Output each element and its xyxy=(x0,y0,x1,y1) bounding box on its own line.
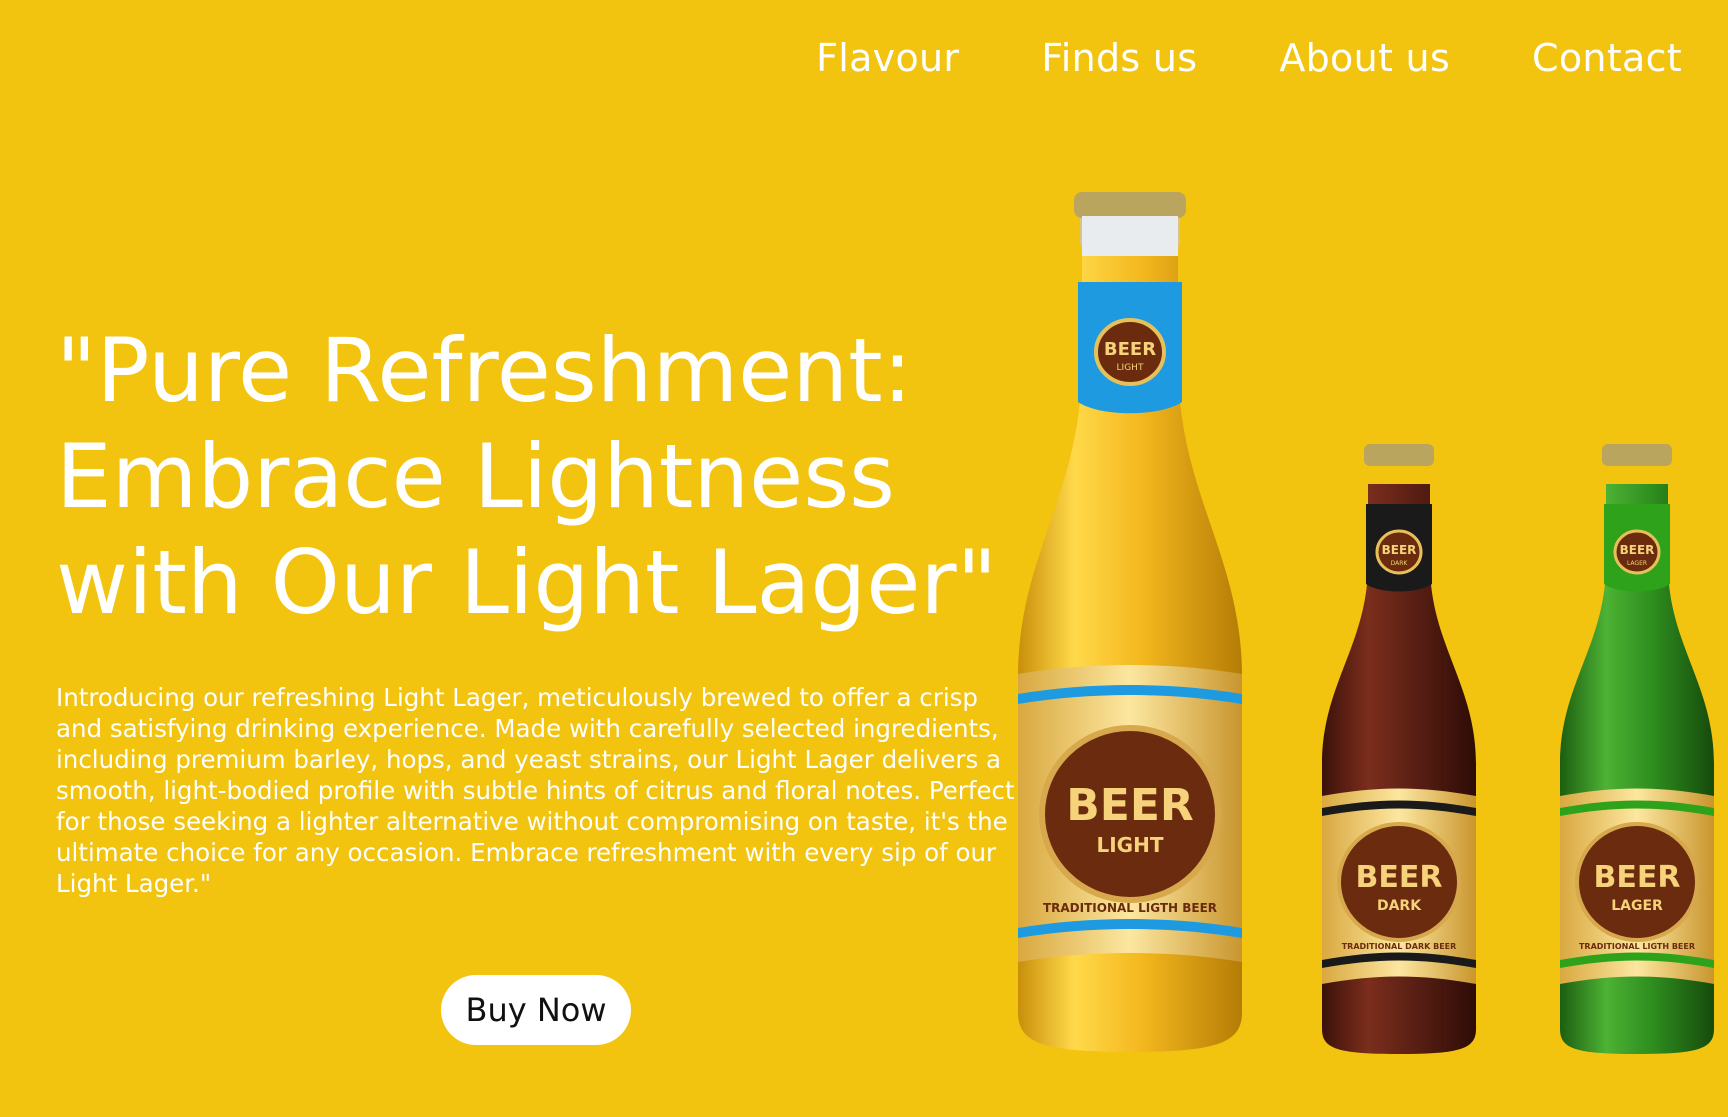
bottle-label-sub: LIGHT xyxy=(1097,833,1164,857)
bottle-neck-word: BEER xyxy=(1382,543,1417,557)
bottle-label-tagline: TRADITIONAL DARK BEER xyxy=(1342,942,1457,951)
bottle-label-word: BEER xyxy=(1066,780,1194,831)
bottle-label-sub: DARK xyxy=(1377,898,1422,914)
headline-line: Embrace Lightness xyxy=(56,425,896,528)
bottle-label-word: BEER xyxy=(1356,860,1443,895)
bottle-neck-word: BEER xyxy=(1620,543,1655,557)
bottle-label-word: BEER xyxy=(1594,860,1681,895)
headline-line: with Our Light Lager" xyxy=(56,531,998,634)
nav-link-finds-us[interactable]: Finds us xyxy=(1041,36,1197,80)
main-nav: Flavour Finds us About us Contact xyxy=(816,36,1682,80)
bottle-neck-word: BEER xyxy=(1104,339,1156,360)
hero-headline: "Pure Refreshment: Embrace Lightness wit… xyxy=(56,318,1016,636)
nav-link-contact[interactable]: Contact xyxy=(1532,36,1682,80)
beer-dark-bottle-image: BEER DARK BEER DARK TRADITIONAL DARK BEE… xyxy=(1322,444,1476,1054)
buy-now-button[interactable]: Buy Now xyxy=(441,975,631,1045)
nav-link-flavour[interactable]: Flavour xyxy=(816,36,959,80)
beer-light-bottle-image: BEER LIGHT BEER LIGHT TRADITIONAL LIGTH … xyxy=(1018,192,1242,1052)
headline-line: "Pure Refreshment: xyxy=(56,319,913,422)
bottle-neck-sub: LAGER xyxy=(1627,560,1647,567)
beer-lager-bottle-image: BEER LAGER BEER LAGER TRADITIONAL LIGTH … xyxy=(1560,444,1714,1054)
nav-link-about-us[interactable]: About us xyxy=(1279,36,1450,80)
bottle-label-sub: LAGER xyxy=(1611,898,1663,914)
bottle-label-tagline: TRADITIONAL LIGTH BEER xyxy=(1579,942,1695,951)
bottle-neck-sub: DARK xyxy=(1391,560,1409,567)
bottle-label-tagline: TRADITIONAL LIGTH BEER xyxy=(1043,901,1217,915)
hero-intro-text: Introducing our refreshing Light Lager, … xyxy=(56,683,1015,898)
bottle-neck-sub: LIGHT xyxy=(1117,363,1144,373)
